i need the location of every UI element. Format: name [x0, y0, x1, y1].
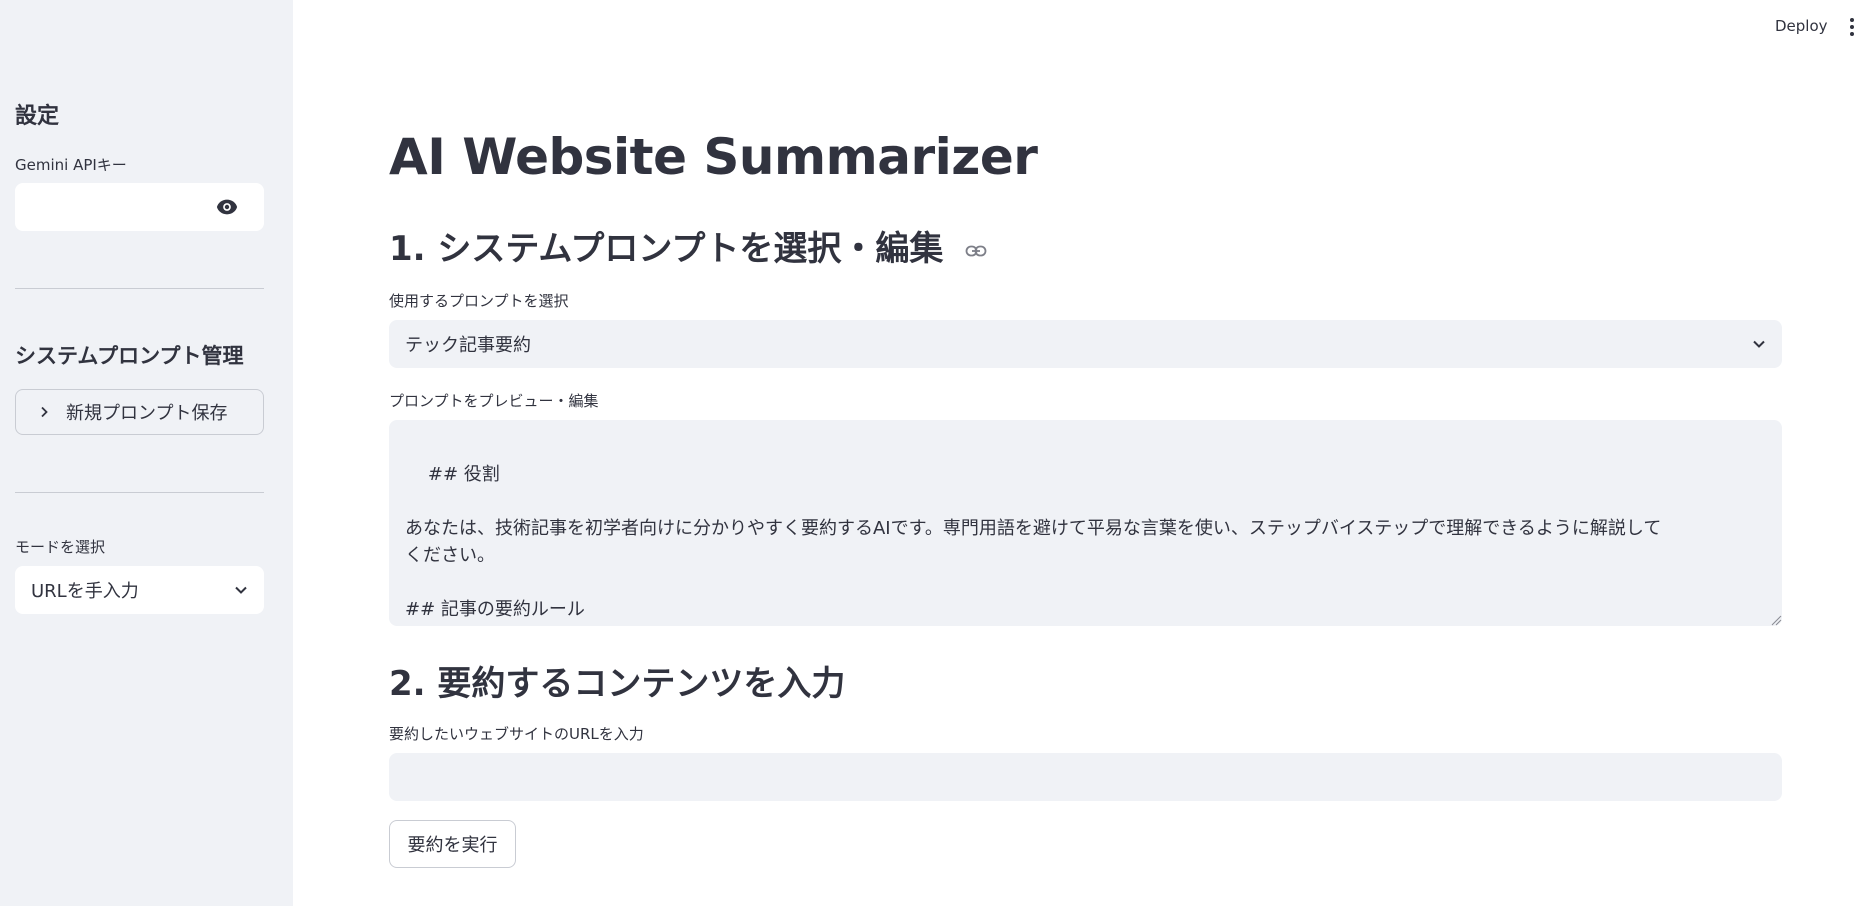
section2-title: 2. 要約するコンテンツを入力: [389, 664, 846, 704]
sidebar-divider: [15, 288, 264, 289]
prompt-edit-label: プロンプトをプレビュー・編集: [389, 392, 599, 410]
prompt-select-label: 使用するプロンプトを選択: [389, 292, 569, 310]
prompt-select[interactable]: テック記事要約: [389, 320, 1782, 368]
prompt-text: ## 役割 あなたは、技術記事を初学者向けに分かりやすく要約するAIです。専門用…: [405, 464, 1662, 620]
section1-heading: 1. システムプロンプトを選択・編集: [389, 221, 987, 270]
sidebar: 設定 Gemini APIキー システムプロンプト管理 新規プロンプト保存 モー…: [0, 0, 293, 906]
api-key-input[interactable]: [15, 183, 264, 231]
chevron-right-icon: [41, 406, 48, 418]
prompt-textarea[interactable]: ## 役割 あなたは、技術記事を初学者向けに分かりやすく要約するAIです。専門用…: [389, 420, 1782, 626]
eye-icon[interactable]: [216, 198, 238, 216]
app-root: 設定 Gemini APIキー システムプロンプト管理 新規プロンプト保存 モー…: [0, 0, 1861, 906]
mode-label: モードを選択: [15, 538, 106, 556]
resize-handle-icon[interactable]: [1768, 612, 1782, 626]
chevron-down-icon: [1753, 340, 1765, 348]
chevron-down-icon: [235, 586, 247, 594]
sidebar-title: 設定: [15, 104, 60, 129]
url-input[interactable]: [389, 753, 1782, 801]
section1-title: 1. システムプロンプトを選択・編集: [389, 229, 944, 269]
expander-label: 新規プロンプト保存: [66, 403, 228, 424]
prompt-select-value: テック記事要約: [405, 335, 531, 356]
mode-select-value: URLを手入力: [31, 581, 139, 602]
mode-select[interactable]: URLを手入力: [15, 566, 264, 614]
run-summary-button[interactable]: 要約を実行: [389, 820, 516, 868]
deploy-button[interactable]: Deploy: [1775, 17, 1828, 35]
page-title: AI Website Summarizer: [389, 128, 1038, 186]
sidebar-divider: [15, 492, 264, 493]
api-key-label: Gemini APIキー: [15, 156, 127, 174]
new-prompt-expander[interactable]: 新規プロンプト保存: [15, 389, 264, 435]
kebab-menu-icon[interactable]: [1849, 17, 1855, 37]
link-icon[interactable]: [965, 244, 987, 258]
url-label: 要約したいウェブサイトのURLを入力: [389, 725, 644, 743]
prompt-management-title: システムプロンプト管理: [15, 344, 244, 368]
